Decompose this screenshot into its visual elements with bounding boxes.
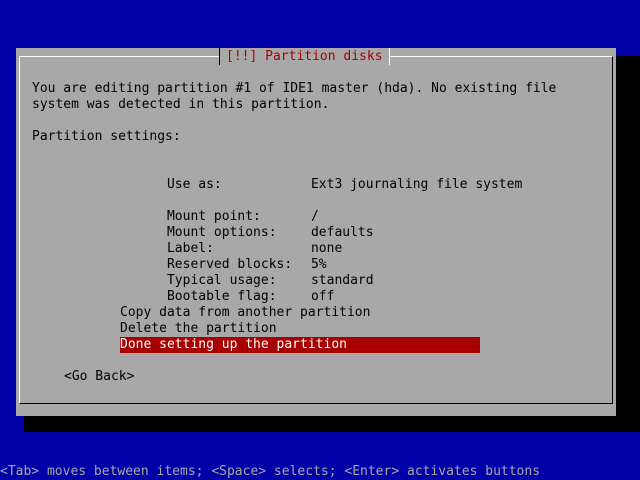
setting-value: off [310,289,335,304]
partition-dialog: [!!] Partition disks You are editing par… [16,48,616,416]
action-done-setting-up[interactable]: Done setting up the partition [120,337,480,353]
description-line-1: You are editing partition #1 of IDE1 mas… [32,81,557,96]
setting-label: Use as: [166,177,222,192]
dialog-title: [!!] Partition disks [219,48,390,65]
setting-label-field[interactable]: Label: none [120,225,480,256]
setting-reserved-blocks[interactable]: Reserved blocks: 5% [120,241,480,272]
setting-mount-point[interactable]: Mount point: / [120,193,480,224]
action-copy-data[interactable]: Copy data from another partition [120,305,480,321]
description-line-2: system was detected in this partition. [32,97,330,112]
setting-mount-options[interactable]: Mount options: defaults [120,209,480,240]
help-footer: <Tab> moves between items; <Space> selec… [0,464,541,479]
setting-typical-usage[interactable]: Typical usage: standard [120,257,480,288]
setting-bootable-flag[interactable]: Bootable flag: off [120,273,480,304]
setting-label: Bootable flag: [166,289,277,304]
settings-header: Partition settings: [32,129,181,144]
installer-screen: [!!] Partition disks You are editing par… [0,0,640,480]
go-back-button[interactable]: <Go Back> [64,369,134,385]
setting-use-as[interactable]: Use as: Ext3 journaling file system [120,161,522,192]
setting-value: Ext3 journaling file system [310,177,523,192]
action-delete-partition[interactable]: Delete the partition [120,321,480,337]
